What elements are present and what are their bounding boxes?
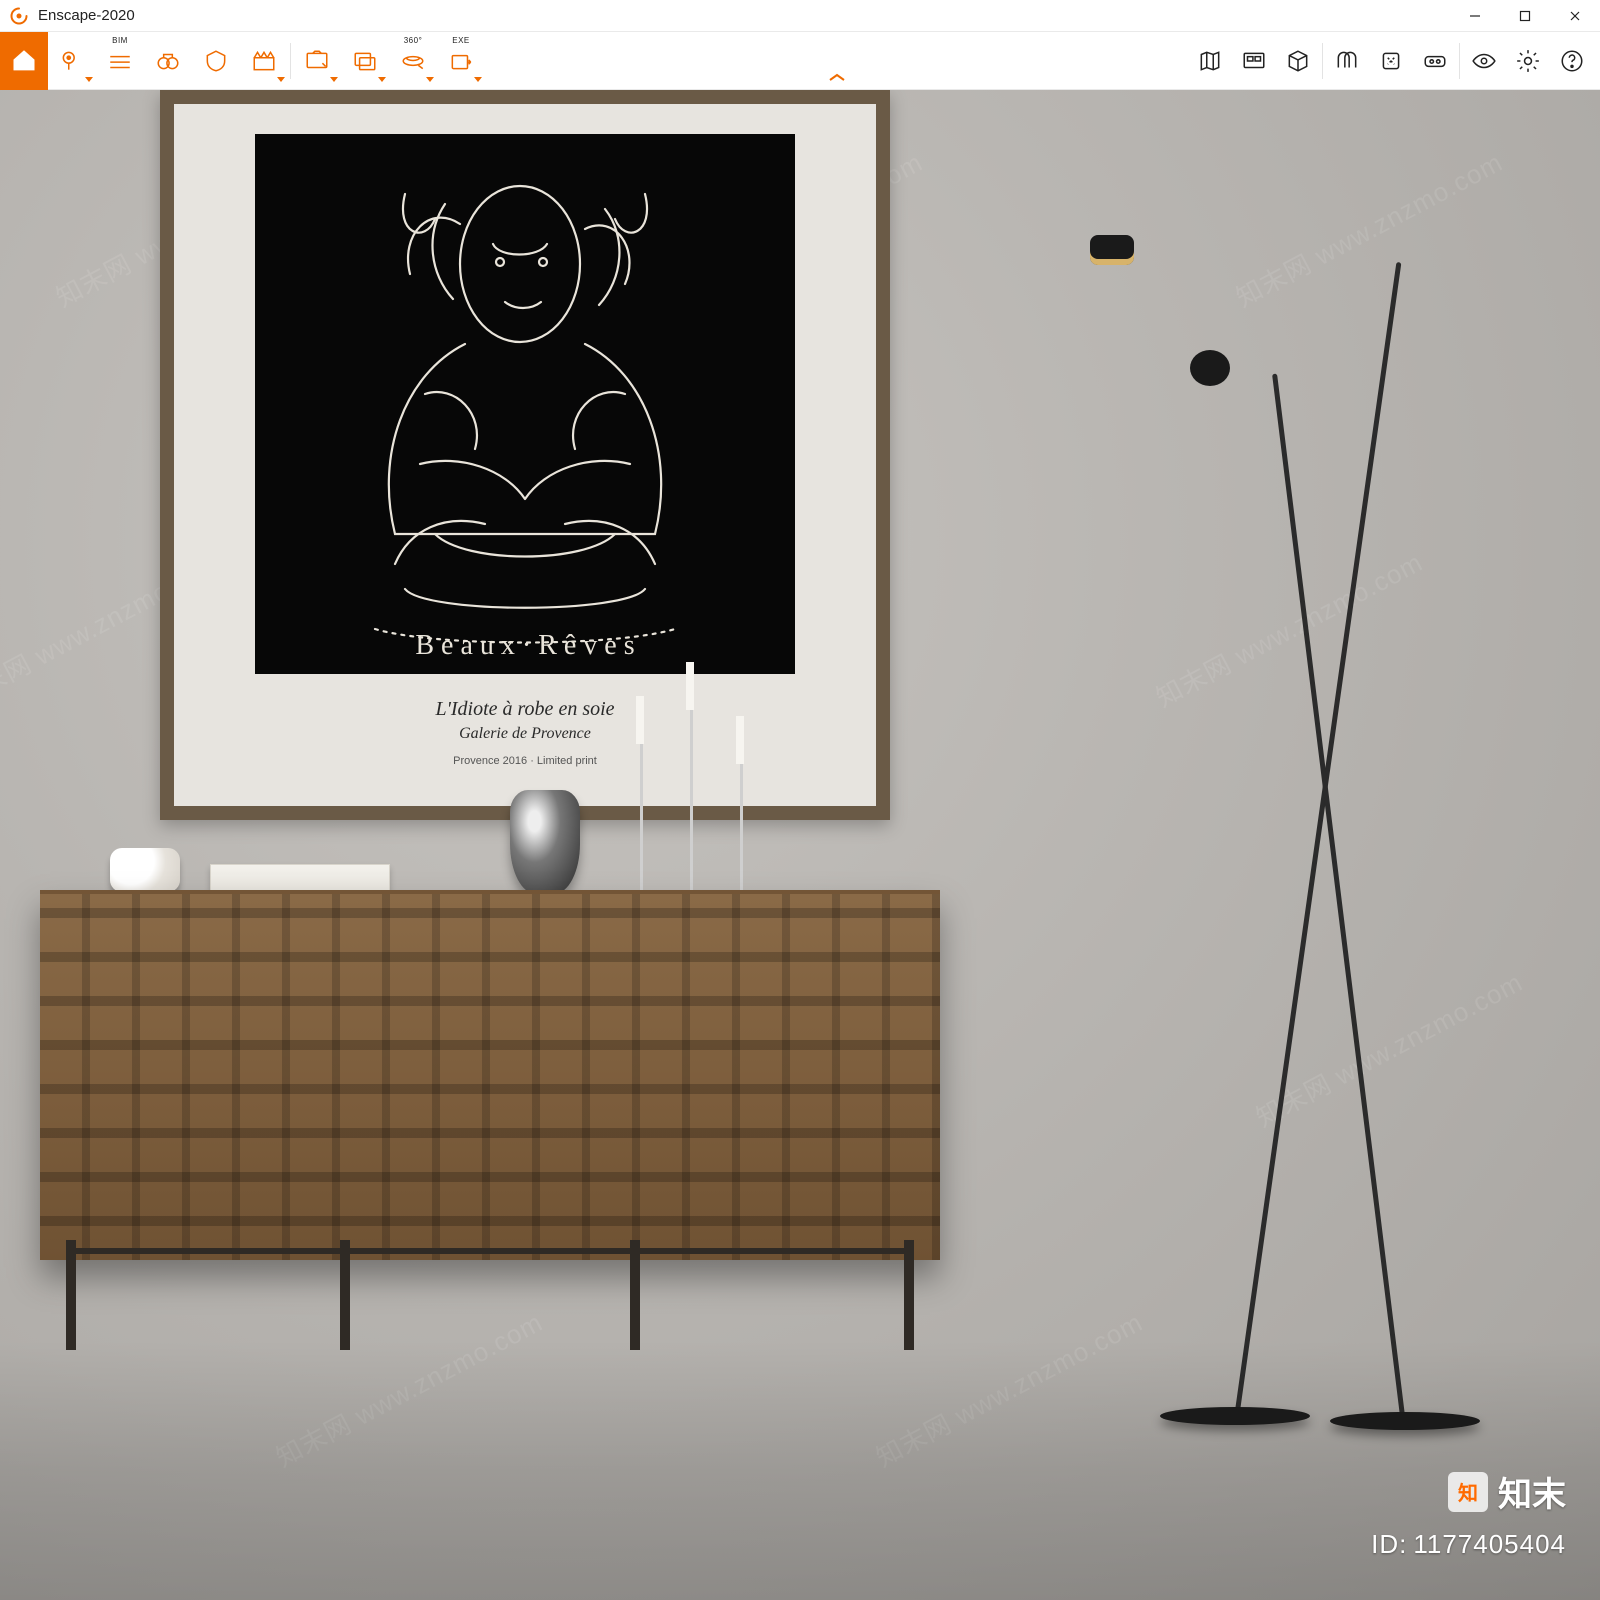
toolbar-separator — [290, 43, 291, 79]
clapperboard-icon — [250, 47, 278, 75]
main-toolbar: BIM 360° — [0, 32, 1600, 90]
framed-artwork: B e a u x · R ê v e s L'Idiote à robe en… — [160, 90, 890, 820]
orbit-cube-button[interactable] — [1276, 32, 1320, 90]
decor-bowl — [110, 848, 180, 892]
visual-settings-button[interactable] — [1462, 32, 1506, 90]
mini-map-button[interactable] — [1188, 32, 1232, 90]
help-icon — [1558, 47, 1586, 75]
render-viewport[interactable]: 知末网 www.znzmo.com 知末网 www.znzmo.com 知末网 … — [0, 90, 1600, 1600]
exe-standalone-button[interactable]: EXE — [437, 32, 485, 90]
binoculars-icon — [154, 47, 182, 75]
sideboard-cabinet — [40, 890, 940, 1350]
general-settings-button[interactable] — [1506, 32, 1550, 90]
screenshot-button[interactable] — [293, 32, 341, 90]
bim-mode-button[interactable]: BIM — [96, 32, 144, 90]
title-app-name: Enscape — [38, 7, 96, 24]
artwork-caption-line2: Galerie de Provence — [459, 725, 591, 743]
toolbar-separator — [1459, 43, 1460, 79]
binoculars-button[interactable] — [144, 32, 192, 90]
synchronize-views-button[interactable] — [1325, 32, 1369, 90]
panorama-icon — [399, 47, 427, 75]
app-window: Enscape - 2020 BIM — [0, 0, 1600, 1600]
window-maximize-button[interactable] — [1500, 0, 1550, 32]
exe-label: EXE — [452, 36, 470, 45]
model-id-overlay: ID:1177405404 — [1371, 1529, 1566, 1560]
link-icon — [1377, 47, 1405, 75]
app-logo-icon — [8, 5, 30, 27]
titlebar: Enscape - 2020 — [0, 0, 1600, 32]
safe-frame-icon — [202, 47, 230, 75]
mono-panorama-button[interactable]: 360° — [389, 32, 437, 90]
source-logo-text: 知末 — [1498, 1467, 1566, 1516]
vr-headset-icon — [1421, 47, 1449, 75]
floor-lamp-right — [1180, 350, 1500, 1430]
artwork-caption: L'Idiote à robe en soie Galerie de Prove… — [435, 698, 614, 767]
bim-icon — [106, 47, 134, 75]
toolbar-collapse-caret[interactable] — [828, 71, 846, 89]
model-id-label: ID: — [1371, 1529, 1407, 1559]
window-close-button[interactable] — [1550, 0, 1600, 32]
batch-render-button[interactable] — [341, 32, 389, 90]
artwork-caption-line3: Provence 2016 · Limited print — [453, 755, 597, 767]
decor-book — [210, 864, 390, 892]
window-minimize-button[interactable] — [1450, 0, 1500, 32]
source-logo-overlay: 知 知末 — [1448, 1467, 1566, 1516]
decor-candelabra — [620, 710, 780, 894]
safe-frame-button[interactable] — [192, 32, 240, 90]
artwork-caption-line1: L'Idiote à robe en soie — [435, 698, 614, 721]
pin-eye-icon — [58, 47, 86, 75]
video-path-button[interactable] — [240, 32, 288, 90]
favorite-views-button[interactable] — [48, 32, 96, 90]
live-link-button[interactable] — [1369, 32, 1413, 90]
gear-icon — [1514, 47, 1542, 75]
asset-library-icon — [1240, 47, 1268, 75]
decor-vase — [510, 790, 580, 894]
home-icon — [10, 47, 38, 75]
batch-render-icon — [351, 47, 379, 75]
eye-icon — [1470, 47, 1498, 75]
bim-label: BIM — [112, 36, 128, 45]
sync-arches-icon — [1333, 47, 1361, 75]
screenshot-icon — [303, 47, 331, 75]
title-project: 2020 — [101, 7, 134, 24]
help-button[interactable] — [1550, 32, 1594, 90]
mini-map-icon — [1196, 47, 1224, 75]
exe-export-icon — [447, 47, 475, 75]
toolbar-separator — [1322, 43, 1323, 79]
vr-headset-button[interactable] — [1413, 32, 1457, 90]
source-logo-mark: 知 — [1448, 1472, 1488, 1512]
model-id-value: 1177405404 — [1413, 1529, 1566, 1559]
pano-label: 360° — [404, 36, 423, 45]
asset-library-button[interactable] — [1232, 32, 1276, 90]
artwork-canvas: B e a u x · R ê v e s — [255, 134, 795, 674]
cube-icon — [1284, 47, 1312, 75]
svg-text:B e a u x · R ê v e s: B e a u x · R ê v e s — [415, 630, 634, 661]
home-button[interactable] — [0, 32, 48, 90]
